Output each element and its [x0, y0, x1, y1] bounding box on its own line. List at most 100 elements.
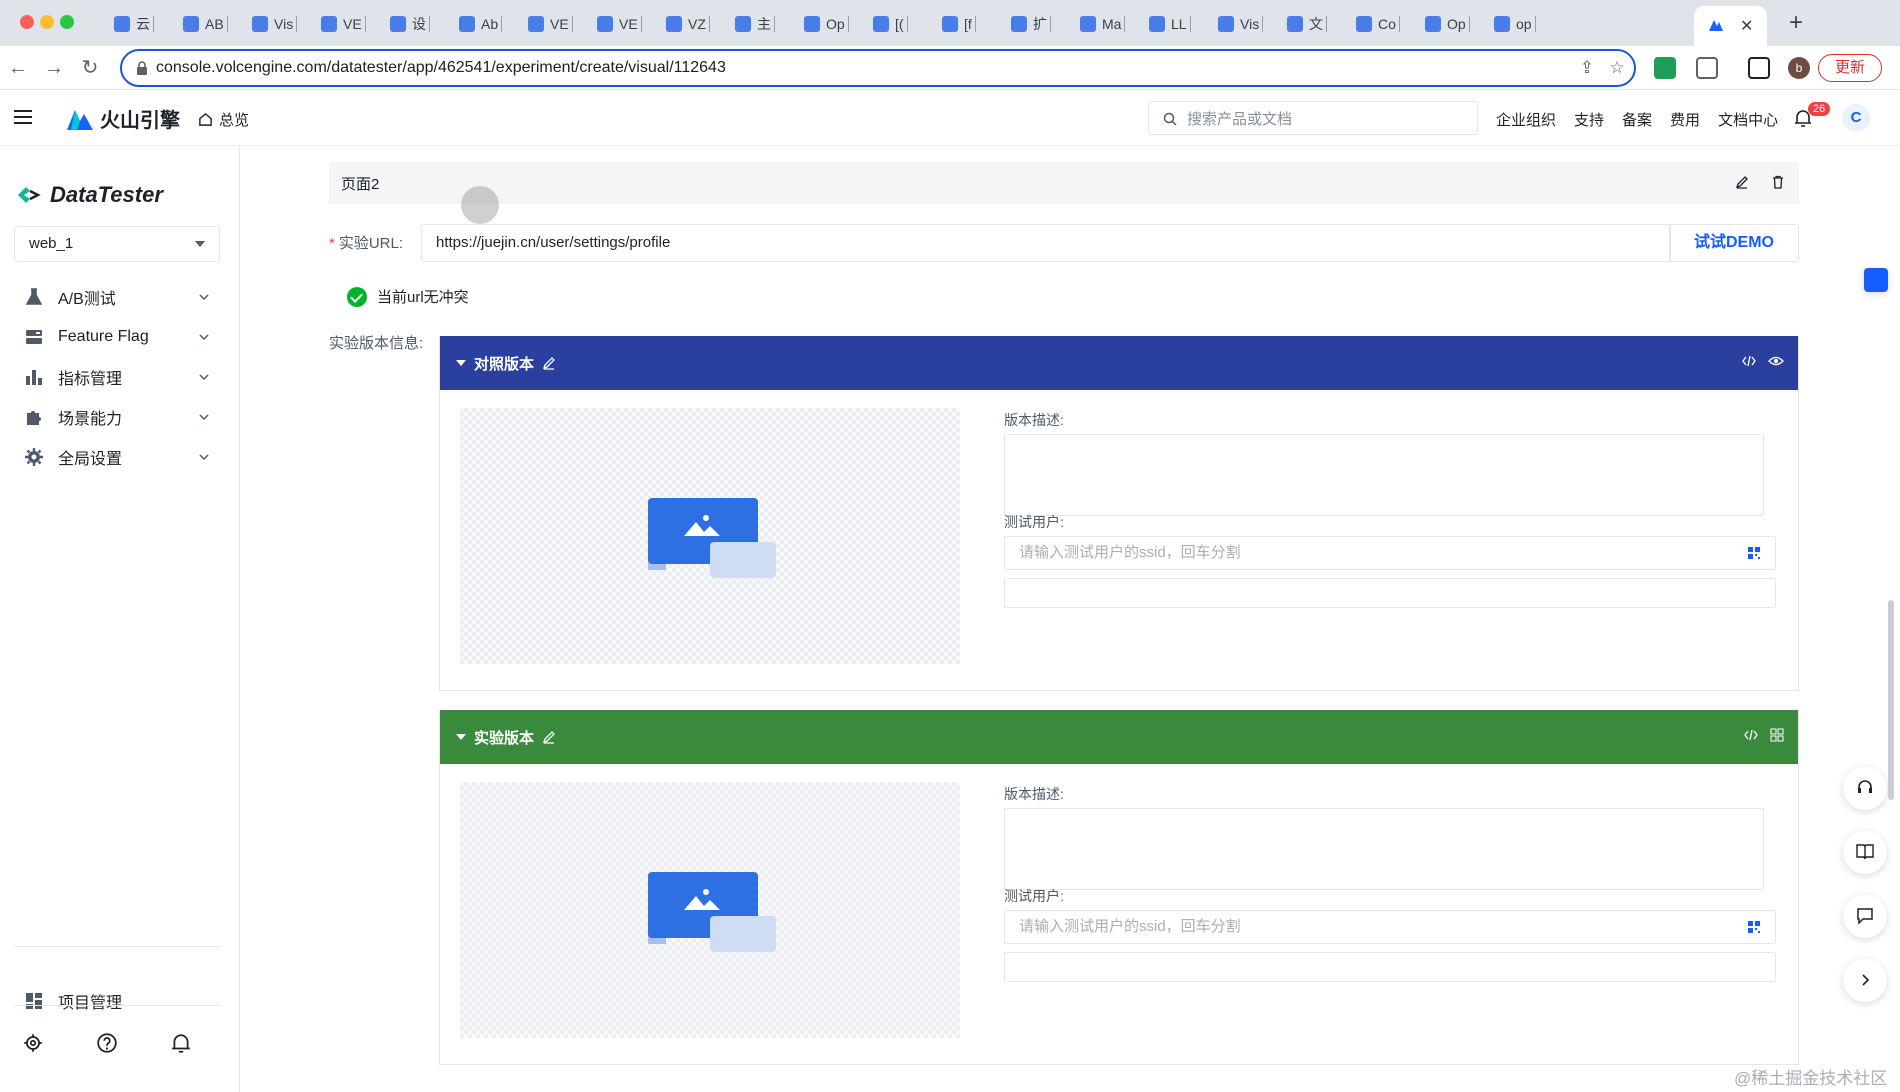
menu-icon[interactable]: [14, 110, 32, 124]
version-header[interactable]: 实验版本: [440, 710, 1798, 764]
minimize-window-button[interactable]: [40, 15, 54, 29]
qrcode-icon[interactable]: [1747, 546, 1761, 560]
customer-service-icon[interactable]: [1843, 766, 1887, 810]
url-field[interactable]: console.volcengine.com/datatester/app/46…: [120, 49, 1636, 87]
expand-chevron-icon[interactable]: [1843, 958, 1887, 1002]
active-browser-tab[interactable]: ✕: [1694, 6, 1768, 46]
browser-tab[interactable]: LL: [1149, 10, 1191, 38]
header-link[interactable]: 备案: [1622, 109, 1652, 130]
header-link[interactable]: 费用: [1670, 109, 1700, 130]
delete-icon[interactable]: [1771, 175, 1785, 189]
help-circle-icon[interactable]: [96, 1032, 118, 1054]
close-window-button[interactable]: [20, 15, 34, 29]
browser-tab[interactable]: VE: [597, 10, 642, 38]
edit-icon[interactable]: [542, 356, 556, 370]
new-tab-button[interactable]: +: [1782, 10, 1810, 38]
collapse-caret-icon[interactable]: [456, 360, 466, 366]
forward-icon[interactable]: →: [42, 56, 66, 80]
datatester-logo[interactable]: DataTester: [16, 182, 163, 208]
browser-tab[interactable]: Vis: [252, 10, 298, 38]
browser-tab[interactable]: Ab: [459, 10, 503, 38]
bookmark-star-icon[interactable]: ☆: [1608, 59, 1626, 77]
sidebar: DataTester web_1 A/B测试 Feature Flag 指标管理…: [0, 146, 240, 1092]
test-user-tags-box[interactable]: [1004, 578, 1776, 608]
browser-tab[interactable]: [f: [942, 10, 976, 38]
reload-icon[interactable]: ↻: [78, 56, 102, 80]
image-placeholder-icon: [684, 889, 720, 910]
chevron-down-icon: [199, 414, 209, 421]
share-icon[interactable]: ⇪: [1578, 59, 1596, 77]
grid-layout-icon[interactable]: [1770, 728, 1784, 742]
sidebar-item-scenarios[interactable]: 场景能力: [24, 397, 214, 437]
browser-tab[interactable]: VE: [528, 10, 573, 38]
version-card-control: 对照版本 版本描述: 测试用户: 请输入测试用户的ssid，回车分割: [439, 336, 1799, 691]
back-icon[interactable]: ←: [6, 56, 30, 80]
feedback-icon[interactable]: [1843, 894, 1887, 938]
edit-icon[interactable]: [542, 730, 556, 744]
browser-tab[interactable]: 文: [1287, 10, 1327, 38]
code-icon[interactable]: [1744, 728, 1758, 742]
sidebar-item-feature-flag[interactable]: Feature Flag: [24, 317, 214, 357]
tab-favicon-icon: [1287, 16, 1303, 32]
version-description-textarea[interactable]: [1004, 808, 1764, 890]
extension-icon[interactable]: [1654, 57, 1676, 79]
browser-tab[interactable]: [(: [873, 10, 908, 38]
tab-favicon-icon: [1425, 16, 1441, 32]
sidepanel-icon[interactable]: [1748, 57, 1770, 79]
page-item[interactable]: 页面2: [329, 162, 1799, 204]
sidebar-item-global-settings[interactable]: 全局设置: [24, 437, 214, 477]
test-user-tags-box[interactable]: [1004, 952, 1776, 982]
version-header[interactable]: 对照版本: [440, 336, 1798, 390]
url-text: console.volcengine.com/datatester/app/46…: [156, 59, 726, 76]
browser-tab[interactable]: 主: [735, 10, 775, 38]
collapse-caret-icon[interactable]: [456, 734, 466, 740]
bell-icon[interactable]: [170, 1032, 192, 1054]
edit-icon[interactable]: [1735, 175, 1749, 189]
project-select[interactable]: web_1: [14, 226, 220, 262]
profile-avatar[interactable]: b: [1788, 57, 1810, 79]
tab-favicon-icon: [1494, 16, 1510, 32]
product-search-input[interactable]: 搜索产品或文档: [1148, 101, 1478, 135]
home-link[interactable]: 总览: [198, 109, 249, 130]
settings-gear-icon[interactable]: [22, 1032, 44, 1054]
mouse-cursor-highlight: [461, 186, 499, 224]
browser-tab[interactable]: Co: [1356, 10, 1400, 38]
header-link[interactable]: 文档中心: [1718, 109, 1778, 130]
docs-book-icon[interactable]: [1843, 830, 1887, 874]
browser-tab[interactable]: Ma: [1080, 10, 1126, 38]
version-card-experiment: 实验版本 版本描述: 测试用户: 请输入测试用户的ssid，回车分割: [439, 710, 1799, 1065]
sidebar-item-project-mgmt[interactable]: 项目管理: [24, 981, 214, 1021]
test-user-input[interactable]: 请输入测试用户的ssid，回车分割: [1004, 536, 1776, 570]
browser-tab[interactable]: AB: [183, 10, 228, 38]
zoom-window-button[interactable]: [60, 15, 74, 29]
test-user-input[interactable]: 请输入测试用户的ssid，回车分割: [1004, 910, 1776, 944]
browser-tab[interactable]: Op: [804, 10, 849, 38]
user-avatar[interactable]: C: [1842, 104, 1870, 132]
assistant-icon[interactable]: [1864, 268, 1888, 292]
desc-label: 版本描述:: [1004, 412, 1064, 428]
update-button[interactable]: 更新: [1818, 54, 1882, 82]
code-icon[interactable]: [1742, 354, 1756, 368]
browser-tab[interactable]: VE: [321, 10, 366, 38]
eye-icon[interactable]: [1768, 354, 1784, 368]
sidebar-item-ab-test[interactable]: A/B测试: [24, 277, 214, 317]
close-tab-icon[interactable]: ✕: [1740, 16, 1753, 36]
try-demo-button[interactable]: 试试DEMO: [1669, 224, 1799, 262]
browser-tab[interactable]: 设: [390, 10, 430, 38]
scrollbar-thumb[interactable]: [1888, 600, 1894, 800]
experiment-url-input[interactable]: https://juejin.cn/user/settings/profile: [421, 224, 1671, 262]
header-link[interactable]: 支持: [1574, 109, 1604, 130]
sidebar-item-metrics[interactable]: 指标管理: [24, 357, 214, 397]
brand-logo[interactable]: 火山引擎: [66, 104, 180, 133]
browser-tab[interactable]: 云: [114, 10, 154, 38]
browser-tab[interactable]: Op: [1425, 10, 1470, 38]
qrcode-icon[interactable]: [1747, 920, 1761, 934]
browser-tab[interactable]: Vis: [1218, 10, 1264, 38]
browser-tab[interactable]: VZ: [666, 10, 710, 38]
header-link[interactable]: 企业组织: [1496, 109, 1556, 130]
volcano-favicon-icon: [1708, 17, 1724, 36]
browser-tab[interactable]: op: [1494, 10, 1536, 38]
browser-tab[interactable]: 扩: [1011, 10, 1051, 38]
puzzle-extensions-icon[interactable]: [1696, 57, 1718, 79]
version-description-textarea[interactable]: [1004, 434, 1764, 516]
